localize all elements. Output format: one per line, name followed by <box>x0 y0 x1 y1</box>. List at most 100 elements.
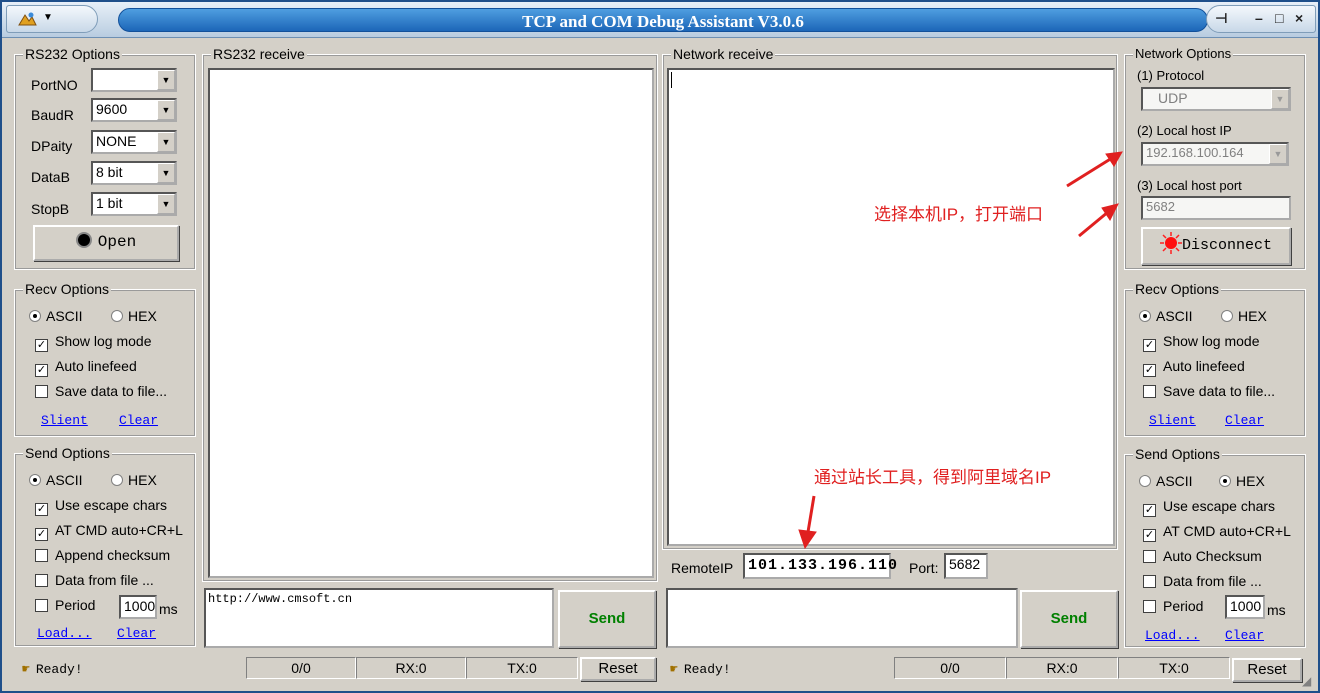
local-ip-value: 192.168.100.164 <box>1146 145 1244 160</box>
send-ascii-radio[interactable]: ASCII <box>1139 473 1193 489</box>
network-options-group: Network Options (1) Protocol UDP ▼ (2) Lo… <box>1124 46 1306 270</box>
recv-hex-radio[interactable]: HEX <box>111 308 157 324</box>
chevron-down-icon: ▼ <box>157 132 175 152</box>
maximize-button[interactable]: □ <box>1275 10 1283 26</box>
status-count-right: 0/0 <box>894 657 1006 679</box>
rs232-send-input[interactable]: http://www.cmsoft.cn <box>204 588 554 648</box>
send-options-title: Send Options <box>23 445 112 461</box>
checkbox-label: Period <box>1163 598 1204 614</box>
local-ip-select[interactable]: 192.168.100.164 ▼ <box>1141 142 1289 166</box>
remote-port-input[interactable]: 5682 <box>944 553 988 579</box>
check-icon: ✓ <box>35 339 48 352</box>
send-hex-radio[interactable]: HEX <box>111 472 157 488</box>
send-ascii-radio[interactable]: ASCII <box>29 472 83 488</box>
stopbits-select[interactable]: 1 bit ▼ <box>91 192 177 216</box>
at-cmd-checkbox[interactable]: ✓ AT CMD auto+CR+L <box>35 522 183 541</box>
chevron-down-icon: ▼ <box>157 194 175 214</box>
port-select[interactable]: ▼ <box>91 68 177 92</box>
load-link[interactable]: Load... <box>1145 628 1200 643</box>
protocol-value: UDP <box>1158 90 1188 106</box>
network-send-button[interactable]: Send <box>1020 590 1118 648</box>
text-cursor <box>671 72 672 88</box>
radio-label: ASCII <box>46 308 83 324</box>
window-controls: ⊣ – □ × <box>1206 5 1316 33</box>
append-checksum-checkbox[interactable]: Append checksum <box>35 547 170 563</box>
radio-label: HEX <box>128 472 157 488</box>
local-port-label: (3) Local host port <box>1137 178 1242 193</box>
radio-label: HEX <box>1238 308 1267 324</box>
data-from-file-checkbox[interactable]: Data from file ... <box>1143 573 1262 589</box>
save-data-checkbox[interactable]: Save data to file... <box>1143 383 1275 399</box>
escape-checkbox[interactable]: ✓ Use escape chars <box>1143 498 1275 517</box>
window-title: TCP and COM Debug Assistant V3.0.6 <box>522 12 804 31</box>
data-from-file-checkbox[interactable]: Data from file ... <box>35 572 154 588</box>
record-icon <box>75 232 92 248</box>
silent-link[interactable]: Slient <box>41 413 88 428</box>
recv-options-left: Recv Options ASCII HEX ✓ Show log mode ✓ A… <box>14 281 196 437</box>
period-checkbox[interactable]: Period <box>35 597 95 613</box>
disconnect-button[interactable]: Disconnect <box>1141 227 1291 265</box>
load-link[interactable]: Load... <box>37 626 92 641</box>
auto-linefeed-checkbox[interactable]: ✓ Auto linefeed <box>35 358 137 377</box>
annotation-arrow-down <box>798 495 817 550</box>
close-button[interactable]: × <box>1295 10 1303 26</box>
databits-value: 8 bit <box>96 164 123 180</box>
rs232-receive-group: RS232 receive <box>202 46 658 582</box>
auto-checksum-checkbox[interactable]: Auto Checksum <box>1143 548 1262 564</box>
status-rx-left: RX:0 <box>356 657 466 679</box>
silent-link[interactable]: Slient <box>1149 413 1196 428</box>
status-ready-right: ☛ Ready! <box>670 662 731 677</box>
checkbox-label: Save data to file... <box>1163 383 1276 399</box>
radio-on-icon <box>1139 310 1151 322</box>
databits-select[interactable]: 8 bit ▼ <box>91 161 177 185</box>
clear-send-link[interactable]: Clear <box>117 626 156 641</box>
status-text: Ready! <box>35 662 83 677</box>
protocol-select[interactable]: UDP ▼ <box>1141 87 1291 111</box>
send-options-title: Send Options <box>1133 446 1222 462</box>
clear-recv-link[interactable]: Clear <box>119 413 158 428</box>
at-cmd-checkbox[interactable]: ✓ AT CMD auto+CR+L <box>1143 523 1291 542</box>
resize-grip-icon[interactable]: ◢ <box>1302 674 1311 688</box>
reset-left-button[interactable]: Reset <box>580 657 656 681</box>
period-input[interactable]: 1000 <box>119 595 157 619</box>
reset-right-button[interactable]: Reset <box>1232 658 1302 682</box>
recv-hex-radio[interactable]: HEX <box>1221 308 1267 324</box>
baud-select[interactable]: 9600 ▼ <box>91 98 177 122</box>
remote-ip-label: RemoteIP <box>671 560 734 576</box>
rs232-options-title: RS232 Options <box>23 46 122 62</box>
app-menu-tab[interactable]: ▼ <box>6 5 98 33</box>
recv-ascii-radio[interactable]: ASCII <box>1139 308 1193 324</box>
status-rx-right: RX:0 <box>1006 657 1118 679</box>
network-send-input[interactable] <box>666 588 1018 648</box>
auto-linefeed-checkbox[interactable]: ✓ Auto linefeed <box>1143 358 1245 377</box>
escape-checkbox[interactable]: ✓ Use escape chars <box>35 497 167 516</box>
parity-select[interactable]: NONE ▼ <box>91 130 177 154</box>
period-input[interactable]: 1000 <box>1225 595 1265 619</box>
check-icon: ✓ <box>1143 339 1156 352</box>
show-log-checkbox[interactable]: ✓ Show log mode <box>35 333 152 352</box>
minimize-button[interactable]: – <box>1255 10 1263 26</box>
recv-options-title: Recv Options <box>23 281 112 297</box>
remote-ip-input[interactable]: 101.133.196.110 <box>743 553 897 579</box>
checkbox-label: Show log mode <box>1163 333 1260 349</box>
rs232-send-button[interactable]: Send <box>558 590 656 648</box>
send-hex-radio[interactable]: HEX <box>1219 473 1265 489</box>
local-port-input[interactable]: 5682 <box>1141 196 1291 220</box>
title-bar: ▼ TCP and COM Debug Assistant V3.0.6 ⊣ –… <box>2 2 1318 38</box>
rs232-receive-area[interactable] <box>208 68 654 578</box>
recv-ascii-radio[interactable]: ASCII <box>29 308 83 324</box>
recv-options-right: Recv Options ASCII HEX ✓ Show log mode ✓ A… <box>1124 281 1306 437</box>
checkbox-label: AT CMD auto+CR+L <box>55 522 183 538</box>
period-checkbox[interactable]: Period <box>1143 598 1203 614</box>
checkbox-label: Save data to file... <box>55 383 168 399</box>
check-icon: ✓ <box>1143 504 1156 517</box>
ms-label: ms <box>1267 602 1286 618</box>
clear-recv-link[interactable]: Clear <box>1225 413 1264 428</box>
show-log-checkbox[interactable]: ✓ Show log mode <box>1143 333 1260 352</box>
save-data-checkbox[interactable]: Save data to file... <box>35 383 167 399</box>
checkbox-label: Auto linefeed <box>1163 358 1245 374</box>
pin-icon[interactable]: ⊣ <box>1215 10 1228 27</box>
clear-send-link[interactable]: Clear <box>1225 628 1264 643</box>
open-port-button[interactable]: Open <box>33 225 179 261</box>
check-icon: ✓ <box>1143 529 1156 542</box>
